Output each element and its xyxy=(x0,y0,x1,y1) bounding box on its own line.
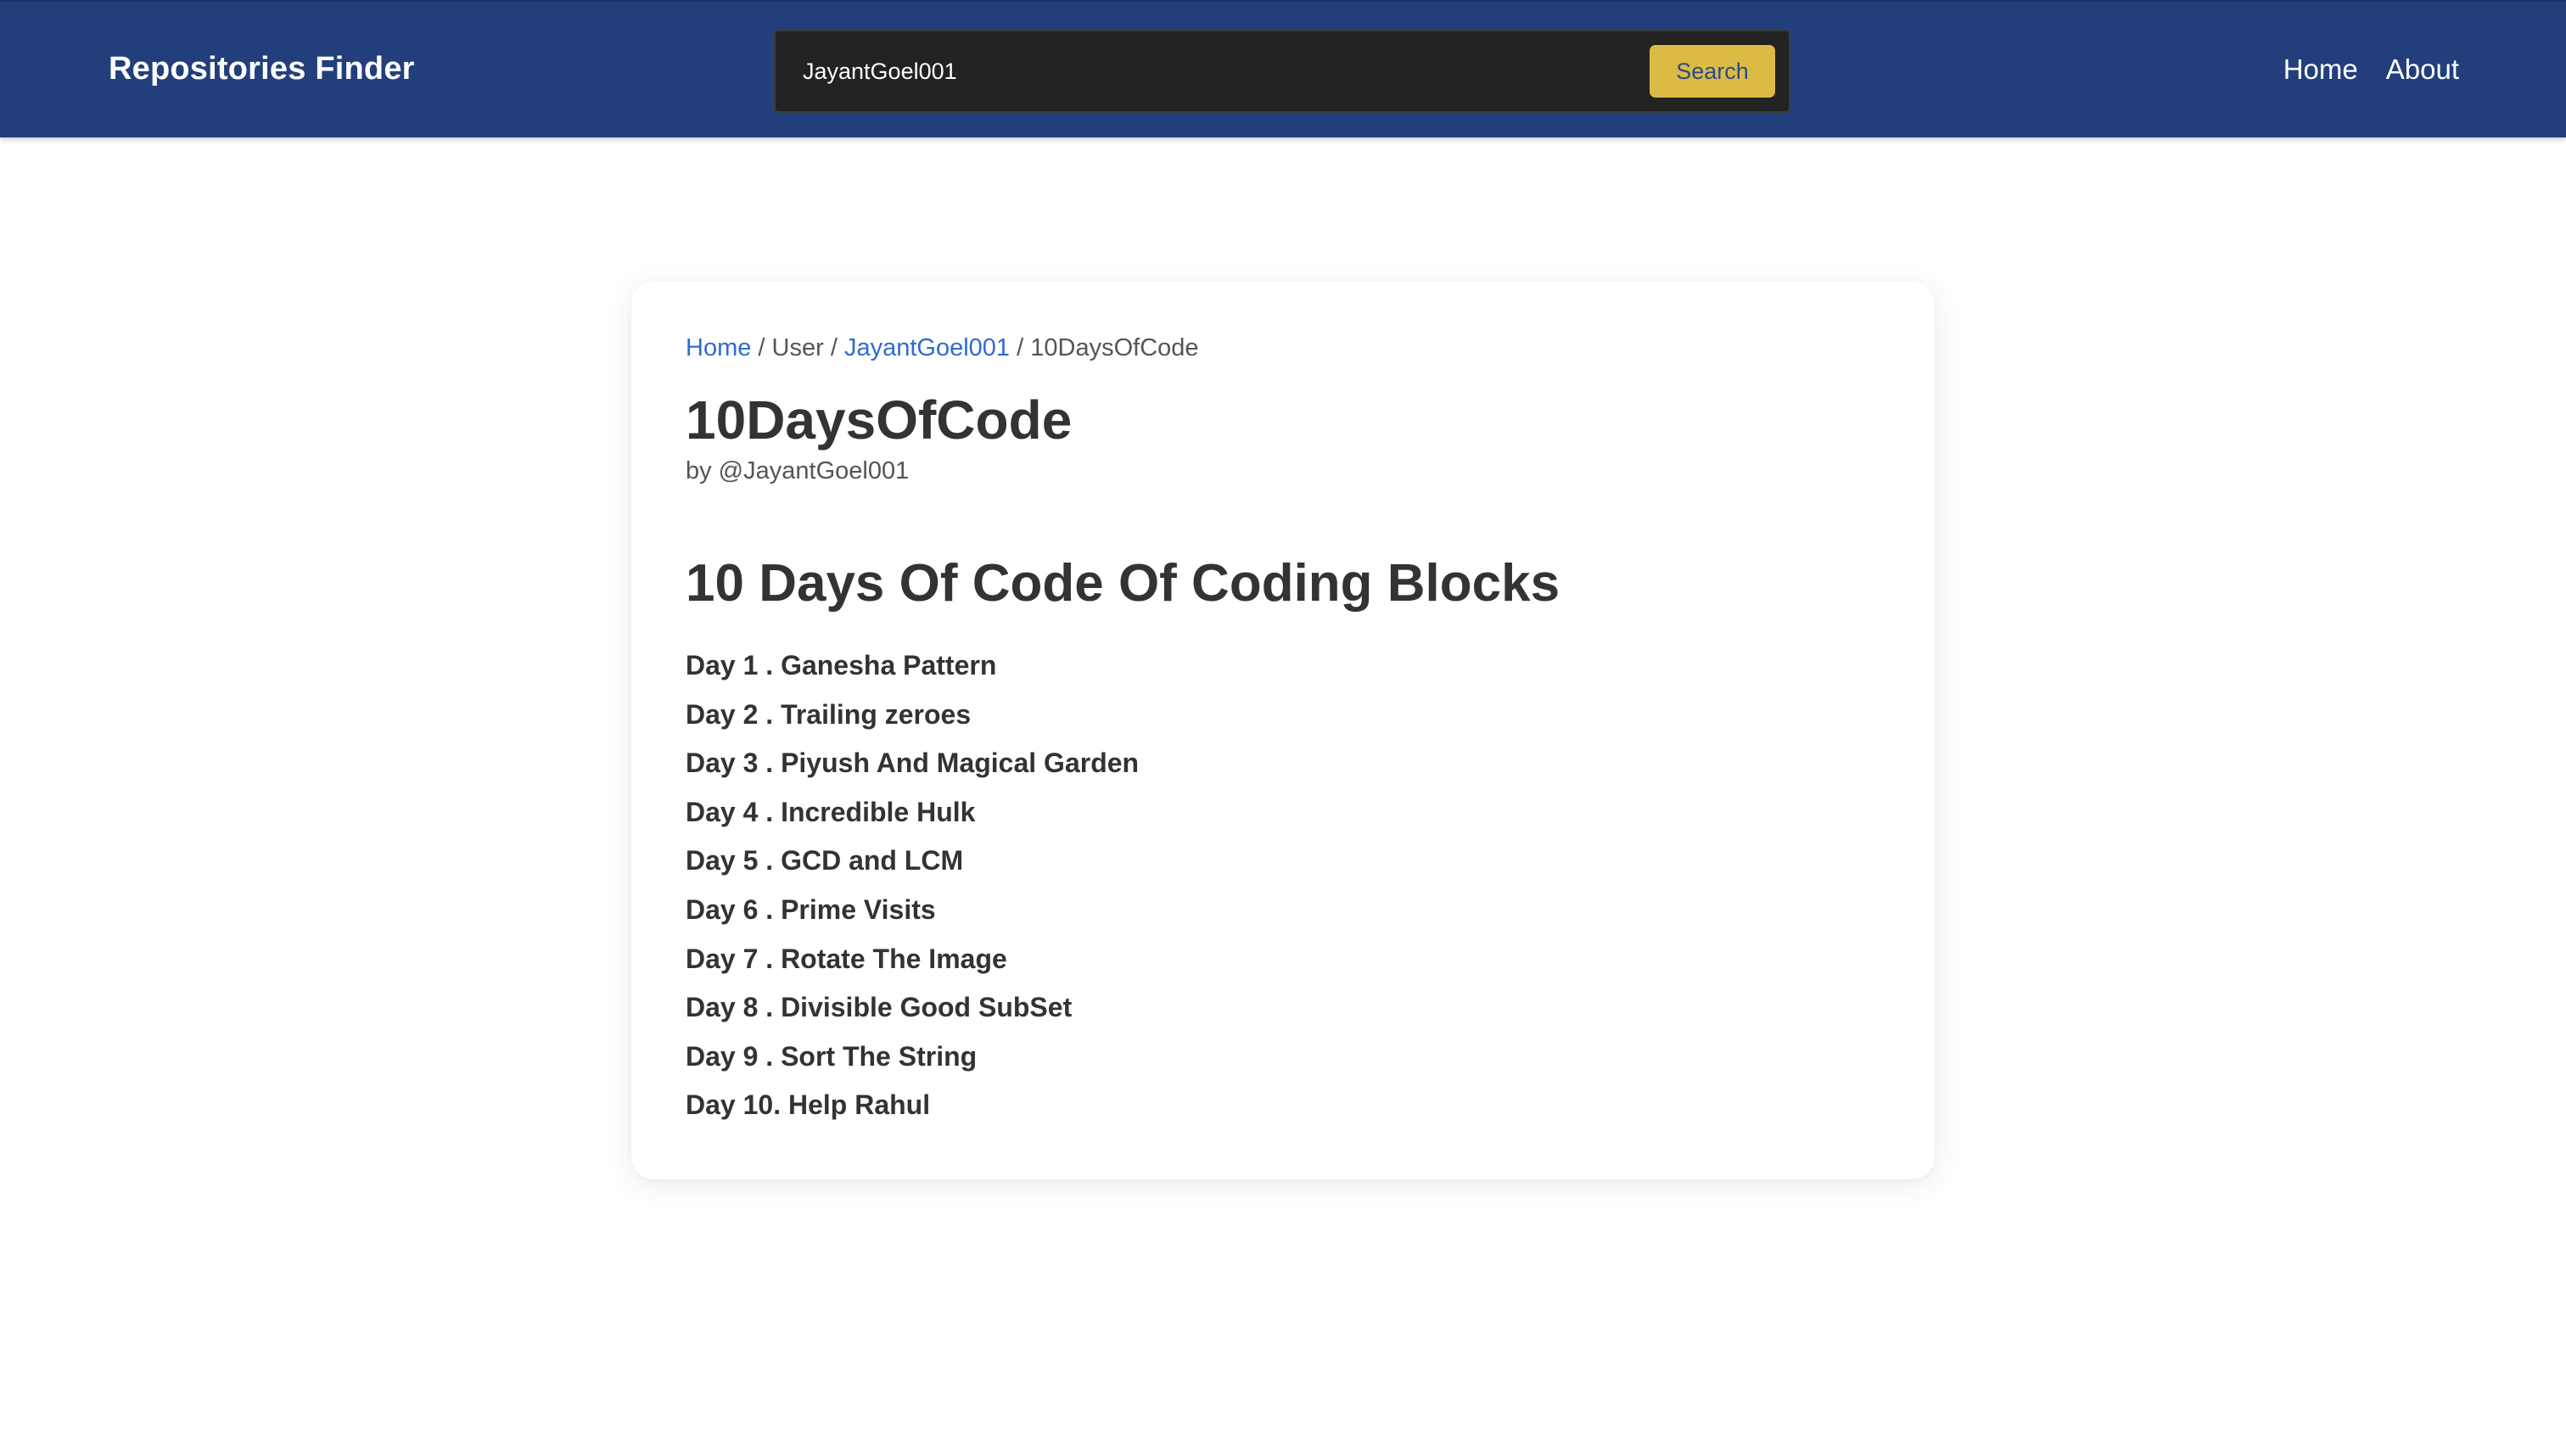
repo-title: 10DaysOfCode xyxy=(686,389,1073,451)
list-item: Day 4 . Incredible Hulk xyxy=(686,796,976,827)
breadcrumb-home-link[interactable]: Home xyxy=(686,334,751,361)
breadcrumb-user: User xyxy=(771,334,824,361)
nav-links: Home About xyxy=(2283,51,2459,88)
list-item: Day 7 . Rotate The Image xyxy=(686,943,1007,974)
search-button[interactable]: Search xyxy=(1650,45,1775,98)
breadcrumb-repo: 10DaysOfCode xyxy=(1030,334,1199,361)
breadcrumb-username-link[interactable]: JayantGoel001 xyxy=(844,334,1010,361)
list-item: Day 8 . Divisible Good SubSet xyxy=(686,992,1073,1023)
brand-title[interactable]: Repositories Finder xyxy=(109,48,415,89)
list-item: Day 9 . Sort The String xyxy=(686,1040,978,1072)
list-item: Day 3 . Piyush And Magical Garden xyxy=(686,748,1140,779)
list-item: Day 6 . Prime Visits xyxy=(686,893,936,925)
breadcrumb: Home / User / JayantGoel001 / 10DaysOfCo… xyxy=(686,331,1199,365)
breadcrumb-separator: / xyxy=(1017,334,1024,361)
readme-heading: 10 Days Of Code Of Coding Blocks xyxy=(686,554,1560,613)
breadcrumb-separator: / xyxy=(758,334,765,361)
search-input[interactable] xyxy=(803,50,1566,92)
repo-card: Home / User / JayantGoel001 / 10DaysOfCo… xyxy=(631,282,1935,1179)
repo-owner: by @JayantGoel001 xyxy=(686,457,910,484)
breadcrumb-separator: / xyxy=(830,334,838,361)
top-navbar: Repositories Finder Search Home About xyxy=(0,0,2566,137)
nav-home-link[interactable]: Home xyxy=(2283,51,2358,88)
search-form: Search xyxy=(774,30,1790,113)
readme-day-list: Day 1 . Ganesha Pattern Day 2 . Trailing… xyxy=(686,641,1139,1130)
list-item: Day 10. Help Rahul xyxy=(686,1089,931,1121)
nav-about-link[interactable]: About xyxy=(2386,51,2459,88)
list-item: Day 1 . Ganesha Pattern xyxy=(686,650,997,680)
list-item: Day 5 . GCD and LCM xyxy=(686,845,964,876)
list-item: Day 2 . Trailing zeroes xyxy=(686,698,972,730)
